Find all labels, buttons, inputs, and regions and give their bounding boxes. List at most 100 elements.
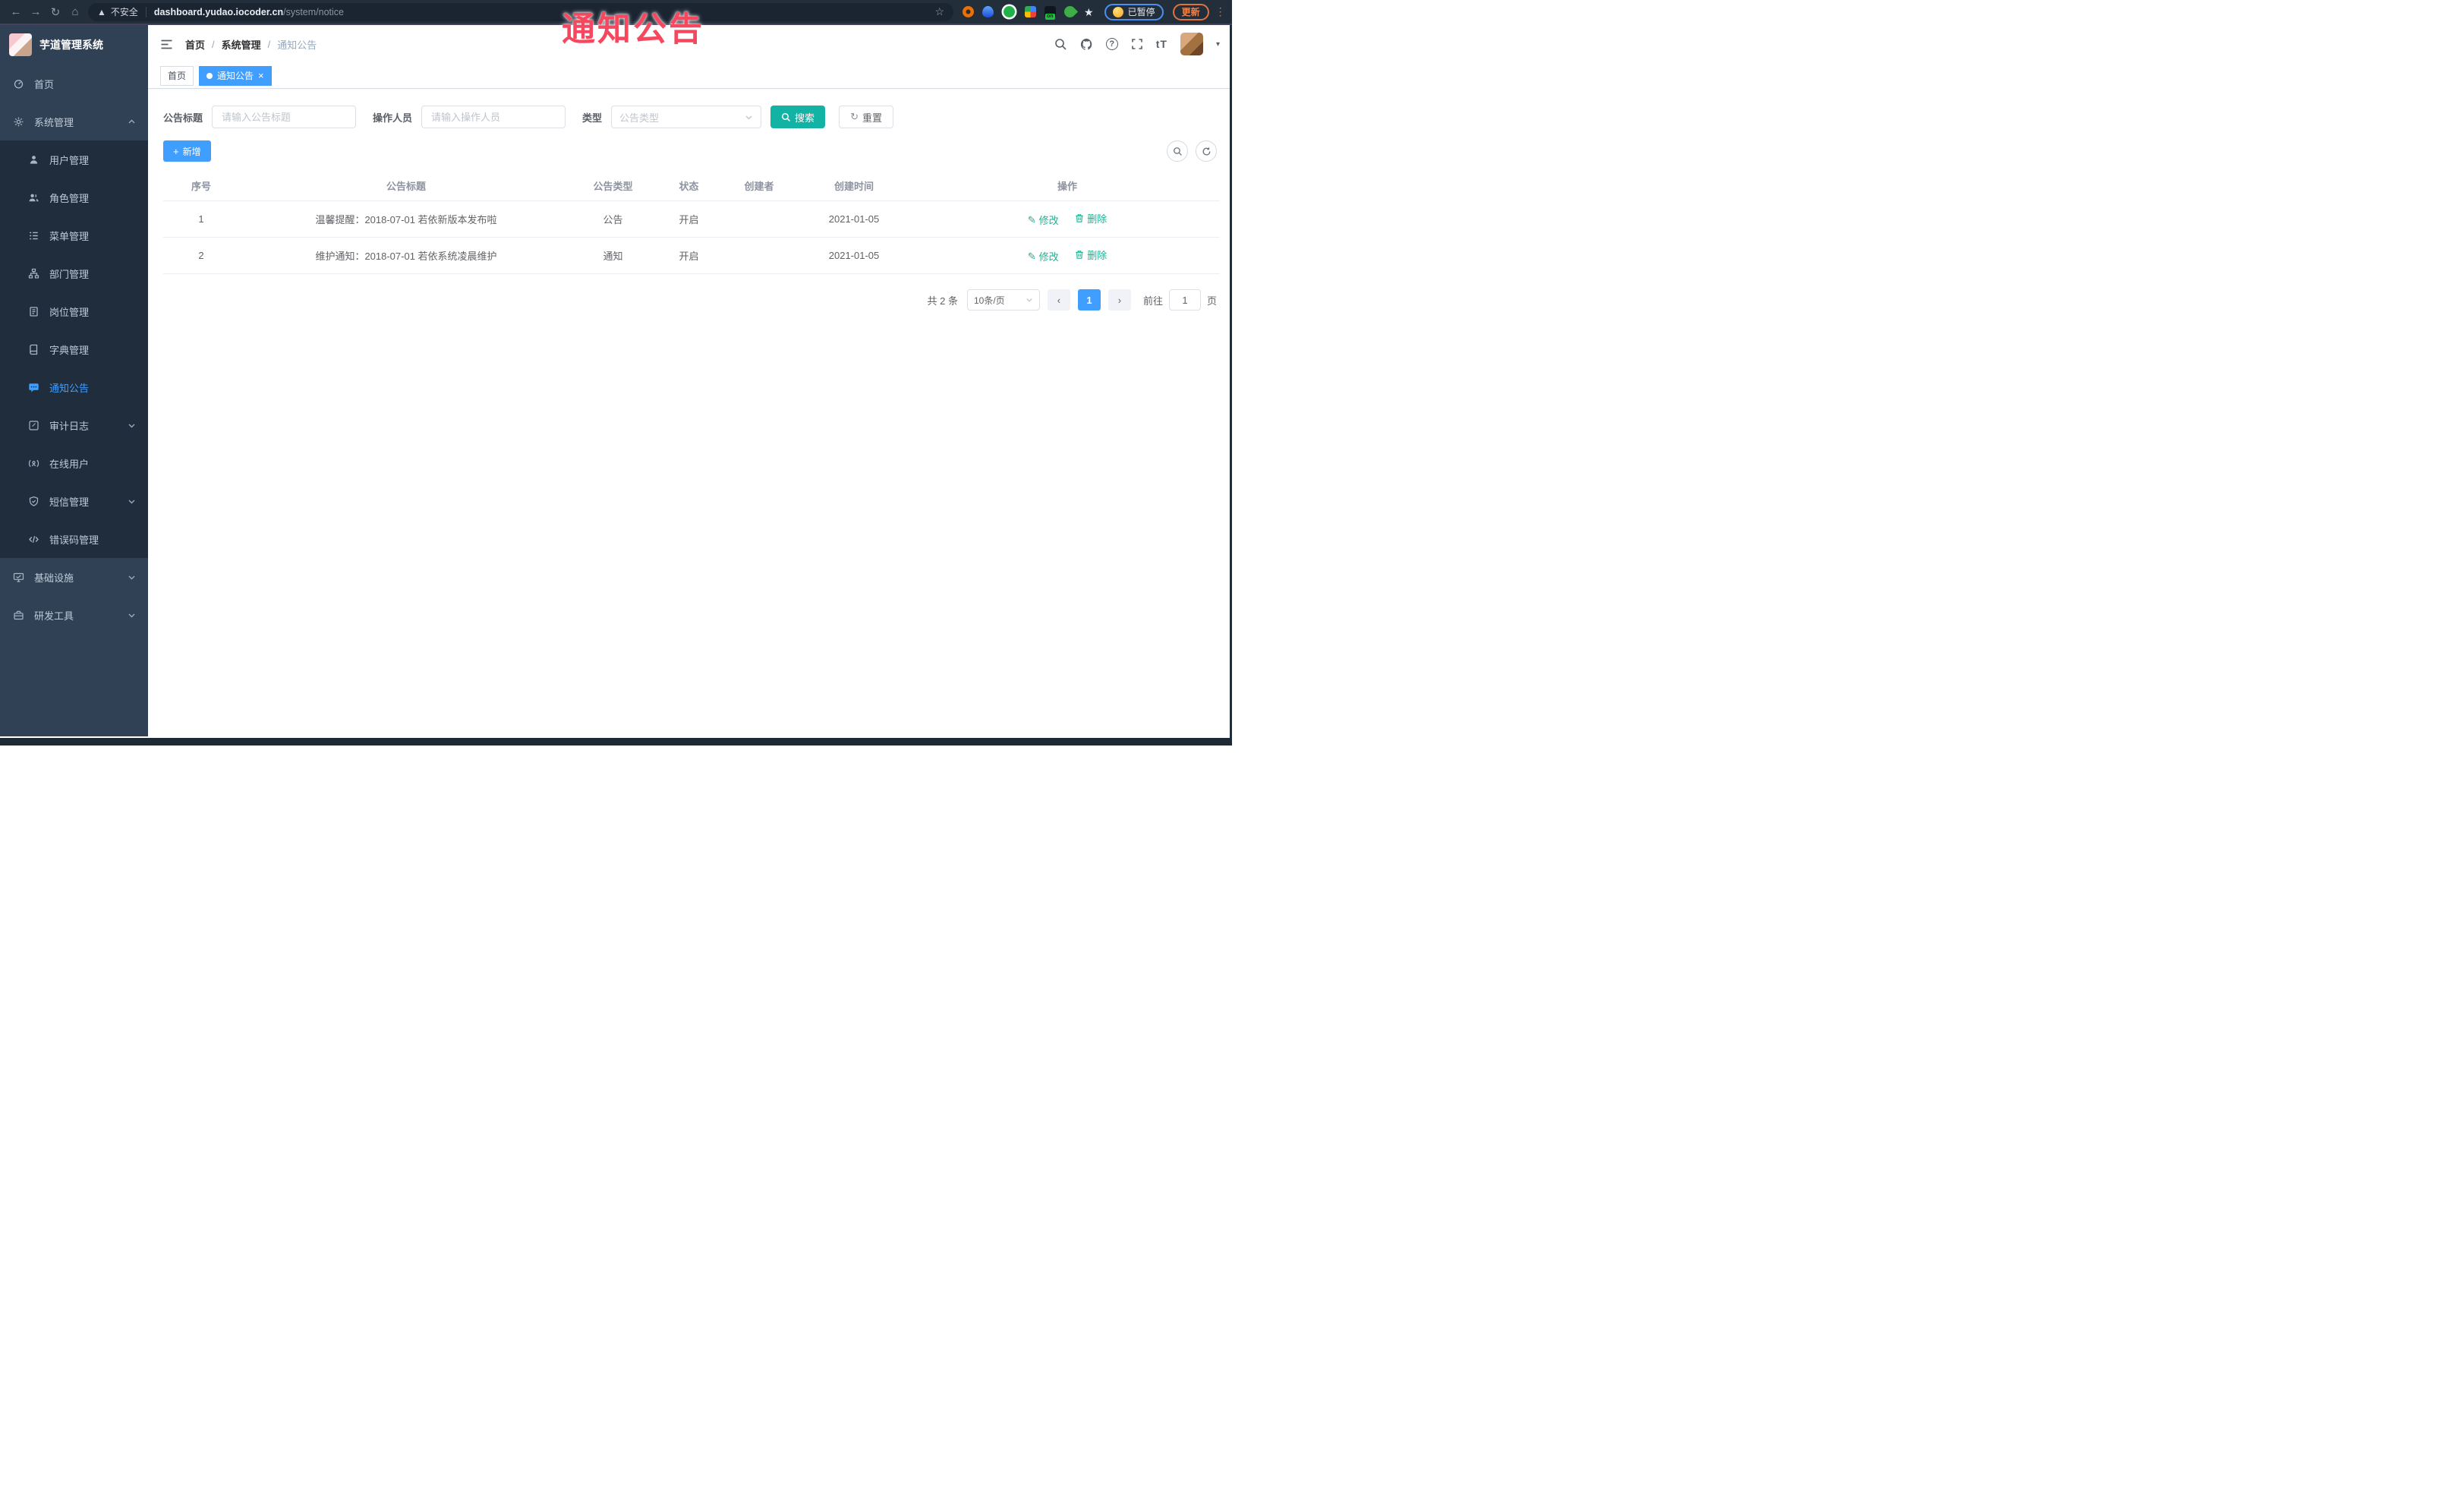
sidebar-item-sms[interactable]: 短信管理 (0, 482, 148, 520)
sidebar-item-system[interactable]: 系统管理 (0, 102, 148, 140)
breadcrumb-home[interactable]: 首页 (185, 37, 205, 52)
extension-grid-icon[interactable] (1025, 6, 1036, 17)
logo-avatar (9, 33, 32, 56)
sidebar-item-departments[interactable]: 部门管理 (0, 254, 148, 292)
extension-switch-icon[interactable]: on (1045, 6, 1056, 20)
bookmark-star-icon[interactable]: ☆ (934, 5, 944, 18)
col-header-title: 公告标题 (386, 181, 426, 192)
browser-forward-icon[interactable]: → (26, 5, 46, 18)
help-icon[interactable]: ? (1105, 38, 1118, 50)
next-page-button[interactable]: › (1108, 289, 1131, 310)
filter-form: 公告标题 操作人员 类型 公告类型 (163, 106, 1217, 128)
filter-title-label: 公告标题 (163, 112, 203, 124)
hamburger-icon[interactable] (160, 39, 173, 50)
row-created: 2021-01-05 (828, 213, 880, 225)
breadcrumb-section[interactable]: 系统管理 (222, 37, 261, 52)
tab-home[interactable]: 首页 (160, 65, 194, 86)
extensions-puzzle-icon[interactable]: ★ (1084, 6, 1094, 18)
table-tools (1167, 140, 1217, 162)
gear-icon (12, 116, 24, 128)
col-header-type: 公告类型 (593, 181, 633, 192)
col-header-actions: 操作 (1057, 181, 1077, 192)
security-label[interactable]: 不安全 (111, 5, 138, 18)
sidebar-item-error-codes[interactable]: 错误码管理 (0, 520, 148, 558)
sidebar-item-home[interactable]: 首页 (0, 65, 148, 102)
sidebar-item-audit-log[interactable]: 审计日志 (0, 406, 148, 444)
notice-type-select[interactable]: 公告类型 (611, 106, 762, 128)
search-icon[interactable] (1054, 38, 1067, 51)
profile-paused-pill[interactable]: 已暂停 (1104, 3, 1164, 20)
extension-plant-icon[interactable] (1061, 3, 1079, 20)
shield-icon (27, 496, 39, 507)
browser-menu-icon[interactable]: ⋮ (1215, 5, 1226, 18)
search-icon (782, 112, 791, 121)
sidebar-item-users[interactable]: 用户管理 (0, 140, 148, 178)
tab-notices[interactable]: 通知公告 × (199, 65, 272, 86)
font-size-icon[interactable]: tT (1156, 38, 1167, 50)
goto-page-input[interactable] (1168, 289, 1201, 310)
refresh-table-button[interactable] (1196, 140, 1217, 162)
active-tab-dot (206, 72, 213, 79)
extension-on-badge: on (1045, 14, 1055, 20)
browser-back-icon[interactable]: ← (6, 5, 26, 18)
operator-input[interactable] (421, 106, 566, 128)
breadcrumb: 首页 / 系统管理 / 通知公告 (185, 37, 317, 52)
main-area: 首页 / 系统管理 / 通知公告 ? tT ▾ 首页 通知公告 × 公告标题 请… (148, 25, 1232, 736)
browser-update-button[interactable]: 更新 (1172, 3, 1209, 20)
row-actions: ✎ 修改 删除 (915, 211, 1220, 228)
sidebar-item-roles[interactable]: 角色管理 (0, 178, 148, 216)
delete-button[interactable]: 删除 (1075, 211, 1107, 225)
delete-button[interactable]: 删除 (1075, 247, 1107, 262)
window-bottom-edge (0, 738, 1232, 746)
col-header-creator: 创建者 (744, 181, 774, 192)
sidebar-item-menus[interactable]: 菜单管理 (0, 216, 148, 254)
sidebar-item-dictionary[interactable]: 字典管理 (0, 330, 148, 368)
browser-reload-icon[interactable]: ↻ (46, 5, 65, 19)
sidebar-item-notices[interactable]: 通知公告 (0, 368, 148, 406)
add-button[interactable]: + 新增 (163, 140, 211, 162)
url-path: /system/notice (283, 6, 344, 17)
page-size-select[interactable]: 10条/页 (966, 289, 1040, 310)
warning-icon: ▲ (97, 6, 106, 17)
message-bubble-icon (27, 382, 39, 393)
extension-orange-icon[interactable] (963, 6, 974, 17)
col-header-created: 创建时间 (833, 181, 874, 192)
sidebar-item-online-users[interactable]: 在线用户 (0, 444, 148, 482)
notice-title-input[interactable] (212, 106, 357, 128)
extension-green-icon[interactable] (1004, 6, 1015, 17)
page-number-button[interactable]: 1 (1077, 289, 1101, 310)
show-search-toggle-button[interactable] (1167, 140, 1188, 162)
search-button[interactable]: 搜索 (770, 106, 826, 128)
watermark-title: 通知公告 (562, 11, 704, 48)
avatar-dropdown-caret-icon[interactable]: ▾ (1216, 40, 1220, 49)
chevron-down-icon (745, 113, 753, 121)
extension-drop-icon[interactable] (982, 6, 994, 17)
filter-type-group: 类型 公告类型 (582, 106, 762, 128)
select-placeholder: 公告类型 (619, 112, 660, 124)
close-icon[interactable]: × (258, 71, 264, 80)
users-icon (27, 192, 39, 203)
sidebar-item-dev-tools[interactable]: 研发工具 (0, 596, 148, 634)
trash-icon (1075, 250, 1084, 260)
browser-home-icon[interactable]: ⌂ (65, 5, 85, 18)
notices-table: 序号 公告标题 公告类型 状态 创建者 创建时间 操作 1 温馨提醒：2018-… (163, 171, 1220, 274)
tab-label: 首页 (168, 71, 187, 81)
address-bar[interactable]: ▲ 不安全 dashboard.yudao.iocoder.cn /system… (88, 2, 953, 21)
sidebar-item-posts[interactable]: 岗位管理 (0, 292, 148, 330)
row-actions: ✎ 修改 删除 (915, 247, 1220, 264)
row-status: 开启 (679, 214, 699, 225)
edit-button[interactable]: ✎ 修改 (1028, 249, 1059, 263)
reset-button[interactable]: ↻ 重置 (839, 106, 893, 128)
fullscreen-icon[interactable] (1131, 38, 1143, 50)
edit-button[interactable]: ✎ 修改 (1028, 213, 1059, 227)
chevron-down-icon (128, 611, 136, 619)
sidebar-item-infrastructure[interactable]: 基础设施 (0, 558, 148, 596)
chevron-down-icon (128, 573, 136, 582)
code-icon (27, 534, 39, 545)
breadcrumb-current: 通知公告 (277, 39, 317, 51)
user-avatar[interactable] (1180, 33, 1203, 55)
github-icon[interactable] (1080, 38, 1093, 51)
prev-page-button[interactable]: ‹ (1047, 289, 1070, 310)
sidebar-logo[interactable]: 芋道管理系统 (0, 25, 148, 65)
search-icon (1173, 147, 1182, 156)
